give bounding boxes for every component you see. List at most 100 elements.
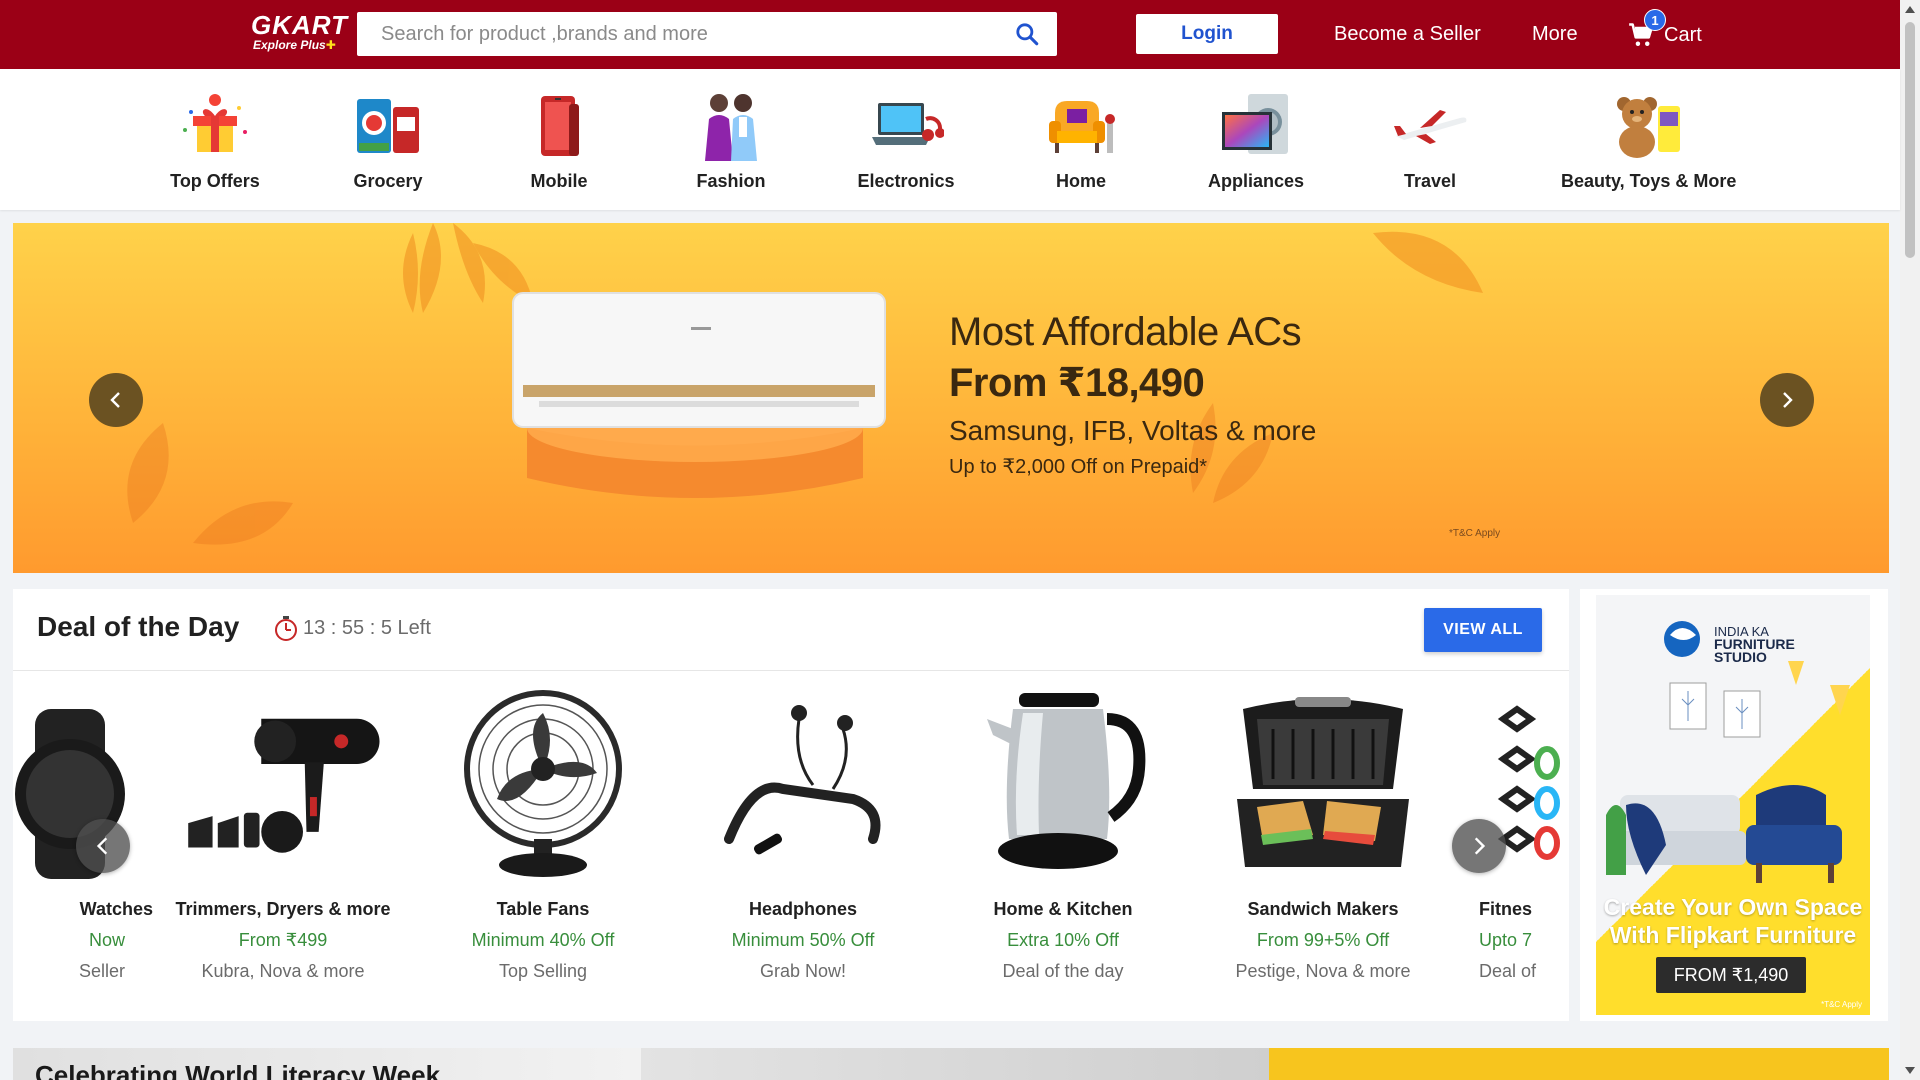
deal-item-subtext: Pestige, Nova & more: [1235, 961, 1411, 981]
gift-offers-icon: [173, 87, 257, 163]
category-label: Top Offers: [170, 171, 260, 191]
logo-text: GKART: [251, 10, 348, 40]
table-fan-icon: [443, 689, 643, 879]
deal-timer: 13 : 55 : 5 Left: [271, 613, 431, 643]
deal-item-name: Watches: [79, 899, 153, 919]
sandwich-maker-icon: [1223, 689, 1423, 879]
deal-item-name: Trimmers, Dryers & more: [175, 899, 391, 919]
stopwatch-icon: [275, 616, 297, 641]
airplane-icon: [1388, 87, 1472, 163]
fashion-icon: [689, 87, 773, 163]
bottom-banner-1[interactable]: Celebrating World Literacy Week: [13, 1048, 641, 1080]
deal-item-offer: Extra 10% Off: [1007, 930, 1119, 950]
search-input[interactable]: [357, 12, 997, 56]
deal-item[interactable]: Sandwich Makers From 99+5% Off Pestige, …: [1203, 689, 1443, 982]
deal-item-offer: Now: [88, 930, 125, 950]
category-label: Appliances: [1207, 171, 1305, 191]
armchair-icon: [1039, 87, 1123, 163]
cart-button[interactable]: 1 Cart: [1628, 9, 1702, 52]
deal-item[interactable]: Home & Kitchen Extra 10% Off Deal of the…: [943, 689, 1183, 982]
deal-item[interactable]: Table Fans Minimum 40% Off Top Selling: [423, 689, 663, 982]
deal-prev-arrow-icon[interactable]: [76, 819, 130, 873]
ad-brand-line2: STUDIO: [1714, 649, 1767, 665]
hero-banner[interactable]: Most Affordable ACs From ₹18,490 Samsung…: [13, 223, 1889, 573]
deal-item-offer: From 99+5% Off: [1256, 930, 1390, 950]
banner-offer: Up to ₹2,000 Off on Prepaid*: [949, 456, 1208, 478]
deal-item-subtext: Seller: [78, 961, 125, 981]
scrollbar-thumb[interactable]: [1905, 22, 1915, 258]
login-button[interactable]: Login: [1136, 14, 1278, 54]
mobile-icon: [517, 87, 601, 163]
cart-icon: 1: [1628, 9, 1666, 49]
top-header: GKART Explore Plus✚ Login Become a Selle…: [0, 0, 1900, 69]
category-electronics[interactable]: Electronics: [821, 87, 991, 192]
category-top-offers[interactable]: Top Offers: [130, 87, 300, 192]
deal-item-name: Sandwich Makers: [1247, 899, 1399, 919]
view-all-button[interactable]: VIEW ALL: [1424, 608, 1542, 652]
deal-header: Deal of the Day 13 : 55 : 5 Left VIEW AL…: [13, 589, 1569, 671]
ad-headline: Create Your Own Space With Flipkart Furn…: [1603, 894, 1863, 948]
deal-of-the-day-section: Deal of the Day 13 : 55 : 5 Left VIEW AL…: [13, 589, 1569, 1021]
category-mobile[interactable]: Mobile: [474, 87, 644, 192]
scroll-up-arrow-icon[interactable]: [1905, 6, 1915, 13]
bottom-banner-2[interactable]: [641, 1048, 1269, 1080]
page-scrollbar[interactable]: [1900, 0, 1920, 1080]
grocery-icon: [346, 87, 430, 163]
category-label: Fashion: [696, 171, 766, 191]
category-label: Travel: [1403, 171, 1457, 191]
search-bar: [357, 12, 1057, 56]
bottom-banner-title: Celebrating World Literacy Week: [35, 1060, 441, 1080]
category-fashion[interactable]: Fashion: [646, 87, 816, 192]
deal-item[interactable]: Headphones Minimum 50% Off Grab Now!: [683, 689, 923, 982]
deal-item-name: Table Fans: [496, 899, 590, 919]
more-menu[interactable]: More: [1532, 20, 1578, 48]
category-travel[interactable]: Travel: [1345, 87, 1515, 192]
deal-item-subtext: Top Selling: [498, 961, 588, 981]
deal-item-offer: Minimum 40% Off: [471, 930, 615, 950]
deal-item-offer: Upto 7: [1479, 930, 1533, 950]
category-label: Beauty, Toys & More: [1561, 171, 1737, 191]
become-seller-link[interactable]: Become a Seller: [1334, 20, 1481, 48]
ad-price-button[interactable]: FROM ₹1,490: [1656, 957, 1806, 993]
category-label: Home: [1055, 171, 1106, 191]
banner-prev-arrow-icon[interactable]: [89, 373, 143, 427]
plus-icon: ✚: [325, 38, 336, 52]
search-icon[interactable]: [997, 12, 1057, 56]
cart-count-badge: 1: [1644, 9, 1666, 31]
laptop-icon: [864, 87, 948, 163]
banner-next-arrow-icon[interactable]: [1760, 373, 1814, 427]
gkart-logo[interactable]: GKART Explore Plus✚: [251, 12, 347, 52]
deal-item-subtext: Deal of: [1479, 961, 1537, 981]
cart-label: Cart: [1664, 23, 1702, 46]
furniture-ad[interactable]: INDIA KA FURNITURE STUDIO Create Your Ow…: [1580, 589, 1888, 1021]
kettle-icon: [963, 689, 1163, 879]
bottom-banner-3[interactable]: [1269, 1048, 1889, 1080]
deal-title: Deal of the Day: [37, 611, 240, 642]
deal-item[interactable]: Trimmers, Dryers & more From ₹499 Kubra,…: [163, 689, 403, 982]
banner-brands: Samsung, IFB, Voltas & more: [949, 415, 1317, 446]
category-bar: Top Offers Grocery Mobile Fashion Electr…: [0, 69, 1900, 210]
banner-terms: *T&C Apply: [1449, 528, 1501, 539]
banner-text: Most Affordable ACs From ₹18,490 Samsung…: [949, 308, 1316, 484]
deal-next-arrow-icon[interactable]: [1452, 819, 1506, 873]
category-label: Grocery: [353, 171, 423, 191]
timer-text: 13 : 55 : 5 Left: [303, 616, 431, 639]
category-home[interactable]: Home: [996, 87, 1166, 192]
deal-item-offer: Minimum 50% Off: [731, 930, 875, 950]
hair-dryer-icon: [183, 689, 383, 879]
banner-price: From ₹18,490: [949, 361, 1205, 405]
neckband-headphones-icon: [703, 689, 903, 879]
deal-item-offer: From ₹499: [238, 930, 328, 950]
deal-item-name: Fitnes: [1479, 899, 1533, 919]
teddy-bear-icon: [1604, 87, 1688, 163]
deal-item-name: Home & Kitchen: [993, 899, 1133, 919]
category-beauty-toys[interactable]: Beauty, Toys & More: [1561, 87, 1737, 192]
deal-item-subtext: Grab Now!: [759, 961, 847, 981]
deal-item-subtext: Deal of the day: [1002, 961, 1124, 981]
ad-terms: *T&C Apply: [1821, 1000, 1862, 1009]
category-grocery[interactable]: Grocery: [303, 87, 473, 192]
category-appliances[interactable]: Appliances: [1171, 87, 1341, 192]
deal-item-subtext: Kubra, Nova & more: [201, 961, 365, 981]
scroll-down-arrow-icon[interactable]: [1905, 1067, 1915, 1074]
category-label: Electronics: [857, 171, 955, 191]
